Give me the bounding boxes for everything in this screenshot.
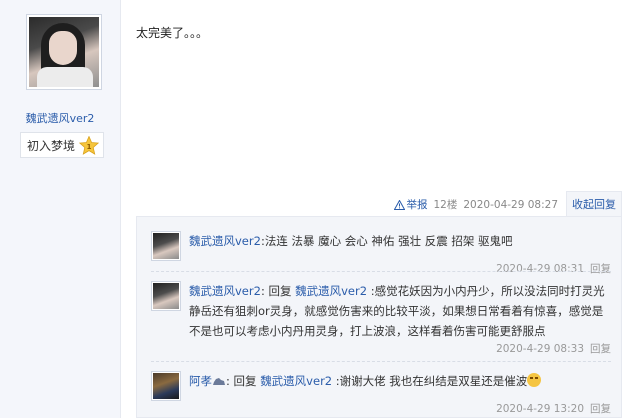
reply-avatar[interactable]	[151, 371, 181, 401]
reply-to-user[interactable]: 魏武遗风ver2	[295, 284, 367, 298]
reply-item: 阿孝: 回复 魏武遗风ver2 :谢谢大佬 我也在纠结是双星还是催波 2020-…	[151, 371, 611, 417]
grimace-emoji-icon	[527, 373, 542, 387]
reply-author[interactable]: 魏武遗风ver2	[189, 234, 261, 248]
report-link[interactable]: 举报	[393, 197, 428, 212]
star-badge-icon: 1	[79, 136, 99, 155]
reply-avatar[interactable]	[151, 231, 181, 261]
reply-text: 法连 法暴 魔心 会心 神佑 强壮 反震 招架 驱鬼吧	[264, 234, 513, 248]
rank-number: 1	[87, 143, 92, 151]
warning-icon	[393, 199, 405, 210]
report-label: 举报	[406, 199, 428, 211]
reply-meta: 2020-4-29 08:33 回复	[496, 341, 611, 356]
bear-icon	[213, 378, 225, 385]
reply-prefix: 回复	[264, 284, 296, 298]
reply-button[interactable]: 回复	[590, 343, 611, 355]
reply-prefix: 回复	[229, 374, 261, 388]
post-timestamp: 2020-04-29 08:27	[463, 198, 558, 211]
reply-text: :谢谢大佬 我也在纠结是双星还是催波	[332, 374, 528, 388]
reply-avatar[interactable]	[151, 281, 181, 311]
reply-time: 2020-4-29 08:33	[496, 343, 584, 355]
author-sidebar: 魏武遗风ver2 初入梦境 1	[0, 0, 121, 418]
reply-meta: 2020-4-29 08:31 回复	[496, 261, 611, 276]
reply-button[interactable]: 回复	[590, 403, 611, 415]
author-username[interactable]: 魏武遗风ver2	[0, 110, 120, 126]
reply-button[interactable]: 回复	[590, 263, 611, 275]
reply-divider	[151, 361, 611, 362]
floor-number: 12楼	[433, 199, 458, 211]
reply-author[interactable]: 魏武遗风ver2	[189, 284, 261, 298]
author-rank-badge: 初入梦境 1	[20, 132, 104, 158]
post-meta: 举报 12楼 2020-04-29 08:27	[393, 197, 558, 212]
reply-author[interactable]: 阿孝	[189, 374, 212, 388]
reply-body: 魏武遗风ver2: 回复 魏武遗风ver2 :感觉花妖因为小内丹少，所以没法同时…	[189, 281, 613, 341]
reply-divider	[151, 271, 611, 272]
reply-time: 2020-4-29 08:31	[496, 263, 584, 275]
reply-meta: 2020-4-29 13:20 回复	[496, 401, 611, 416]
post-content: 太完美了。。。	[136, 26, 209, 40]
reply-box: 魏武遗风ver2:法连 法暴 魔心 会心 神佑 强壮 反震 招架 驱鬼吧 202…	[136, 216, 622, 418]
rank-label: 初入梦境	[27, 138, 76, 153]
reply-body: 魏武遗风ver2:法连 法暴 魔心 会心 神佑 强壮 反震 招架 驱鬼吧	[189, 231, 613, 251]
author-avatar[interactable]	[26, 14, 102, 90]
reply-to-user[interactable]: 魏武遗风ver2	[260, 374, 332, 388]
collapse-replies-button[interactable]: 收起回复	[566, 191, 622, 217]
reply-item: 魏武遗风ver2:法连 法暴 魔心 会心 神佑 强壮 反震 招架 驱鬼吧 202…	[151, 231, 611, 281]
reply-body: 阿孝: 回复 魏武遗风ver2 :谢谢大佬 我也在纠结是双星还是催波	[189, 371, 613, 391]
reply-item: 魏武遗风ver2: 回复 魏武遗风ver2 :感觉花妖因为小内丹少，所以没法同时…	[151, 281, 611, 361]
reply-time: 2020-4-29 13:20	[496, 403, 584, 415]
